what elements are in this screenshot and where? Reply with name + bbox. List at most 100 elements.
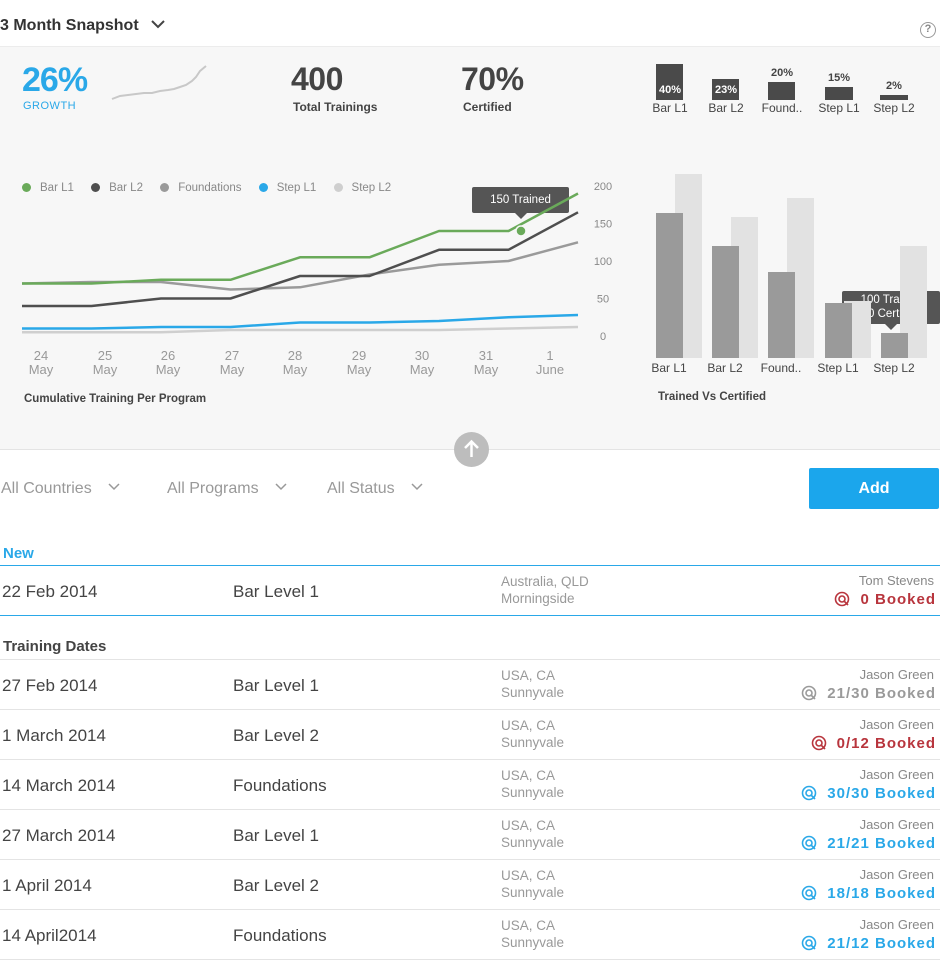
filter-countries[interactable]: All Countries (1, 480, 120, 498)
booked-status: 21/30 Booked (801, 685, 936, 702)
bar-trained[interactable] (712, 246, 739, 358)
x-tick-label: 29 May (347, 348, 372, 377)
chevron-down-icon[interactable] (151, 19, 165, 29)
bar-trained[interactable] (656, 213, 683, 358)
y-tick-label: 50 (597, 294, 609, 306)
series-line-step-l1[interactable] (22, 313, 579, 330)
booked-status: 21/12 Booked (801, 935, 936, 952)
training-city: Sunnyvale (501, 685, 565, 700)
booked-status: 0/12 Booked (811, 735, 936, 752)
training-region: USA, CA (501, 768, 556, 783)
training-city: Sunnyvale (501, 785, 565, 800)
data-point-highlight[interactable] (515, 225, 527, 237)
training-region: USA, CA (501, 868, 556, 883)
training-city: Sunnyvale (501, 885, 565, 900)
training-row[interactable]: 14 March 2014 Foundations USA, CA Sunnyvale… (0, 760, 940, 810)
add-button[interactable]: Add (809, 468, 939, 509)
booked-count: 18/18 Booked (827, 885, 936, 902)
trainer-name: Tom Stevens (858, 573, 934, 588)
trainer-name: Jason Green (859, 817, 934, 832)
booked-status: 21/21 Booked (801, 835, 936, 852)
booked-status: 30/30 Booked (801, 785, 936, 802)
booked-status: 0 Booked (834, 591, 936, 608)
booked-count: 0 Booked (860, 591, 936, 608)
x-tick-label: 25 May (93, 348, 118, 377)
page-title[interactable]: 3 Month Snapshot (0, 17, 139, 35)
training-program: Bar Level 1 (233, 826, 319, 845)
training-date: 1 March 2014 (2, 726, 106, 745)
trainer-name: Jason Green (859, 917, 934, 932)
training-date: 22 Feb 2014 (2, 582, 98, 601)
booking-status-icon (811, 735, 826, 751)
training-row[interactable]: 1 April 2014 Bar Level 2 USA, CA Sunnyvale J… (0, 860, 940, 910)
x-tick-label: 30 May (410, 348, 435, 377)
training-row[interactable]: 27 March 2014 Bar Level 1 USA, CA Sunnyvale… (0, 810, 940, 860)
bar-category-label: Step L1 (817, 361, 859, 375)
booked-count: 30/30 Booked (827, 785, 936, 802)
training-row[interactable]: 14 April2014 Foundations USA, CA Sunnyvale J… (0, 910, 940, 960)
training-region: USA, CA (501, 918, 556, 933)
bar-trained[interactable] (825, 303, 852, 358)
training-city: Morningside (501, 591, 575, 606)
bar-category-label: Bar L1 (651, 361, 687, 375)
section-new-heading: New (3, 545, 34, 562)
help-icon[interactable]: ? (920, 22, 936, 38)
chevron-down-icon (108, 483, 120, 491)
training-program: Bar Level 1 (233, 582, 319, 601)
booking-status-icon (801, 685, 817, 701)
training-program: Bar Level 1 (233, 676, 319, 695)
x-tick-label: 28 May (283, 348, 308, 377)
booked-status: 18/18 Booked (801, 885, 936, 902)
bar-trained[interactable] (768, 272, 795, 358)
training-region: USA, CA (501, 668, 556, 683)
booked-count: 0/12 Booked (836, 735, 936, 752)
booking-status-icon (801, 935, 817, 951)
section-training-dates-heading: Training Dates (3, 638, 107, 655)
chevron-down-icon (411, 483, 423, 491)
chevron-down-icon (275, 483, 287, 491)
arrow-up-icon (464, 439, 479, 457)
series-line-bar-l2[interactable] (22, 211, 579, 308)
training-program: Foundations (233, 776, 327, 795)
training-date: 27 March 2014 (2, 826, 116, 845)
bar-category-label: Step L2 (873, 361, 915, 375)
bar-category-label: Bar L2 (707, 361, 743, 375)
y-tick-label: 150 (594, 219, 612, 231)
collapse-button[interactable] (454, 432, 489, 467)
booking-status-icon (801, 885, 817, 901)
filter-status[interactable]: All Status (327, 480, 423, 498)
training-date: 27 Feb 2014 (2, 676, 98, 695)
training-row-new[interactable]: 22 Feb 2014 Bar Level 1 Australia, QLD M… (0, 566, 940, 616)
y-tick-label: 200 (594, 181, 612, 193)
divider (0, 615, 940, 616)
booked-count: 21/12 Booked (827, 935, 936, 952)
training-row[interactable]: 27 Feb 2014 Bar Level 1 USA, CA Sunnyvale Ja… (0, 660, 940, 710)
header: 3 Month Snapshot ? (0, 0, 940, 46)
training-city: Sunnyvale (501, 835, 565, 850)
training-region: USA, CA (501, 718, 556, 733)
booked-count: 21/21 Booked (827, 835, 936, 852)
x-tick-label: 31 May (474, 348, 499, 377)
x-tick-label: 1 June (536, 348, 564, 377)
booking-status-icon (835, 591, 850, 607)
series-line-bar-l1[interactable] (22, 192, 579, 285)
trainer-name: Jason Green (859, 767, 934, 782)
training-region: USA, CA (501, 818, 556, 833)
charts-canvas: 200 150 100 50 0 24 May 25 May 26 May 27 May 28 May 29 M… (21, 174, 927, 377)
x-tick-label: 27 May (220, 348, 245, 377)
booking-status-icon (801, 835, 817, 851)
training-region: Australia, QLD (501, 574, 589, 589)
booking-status-icon (801, 785, 817, 801)
trainer-name: Jason Green (859, 667, 934, 682)
training-date: 14 April2014 (2, 926, 97, 945)
bar-trained[interactable] (881, 333, 908, 358)
x-tick-label: 26 May (156, 348, 181, 377)
x-tick-label: 24 May (29, 348, 54, 377)
trainer-name: Jason Green (859, 867, 934, 882)
training-row[interactable]: 1 March 2014 Bar Level 2 USA, CA Sunnyvale J… (0, 710, 940, 760)
training-city: Sunnyvale (501, 935, 565, 950)
bar-category-label: Found.. (761, 361, 802, 375)
filter-programs[interactable]: All Programs (167, 480, 287, 498)
y-tick-label: 0 (600, 331, 606, 343)
y-tick-label: 100 (594, 256, 612, 268)
